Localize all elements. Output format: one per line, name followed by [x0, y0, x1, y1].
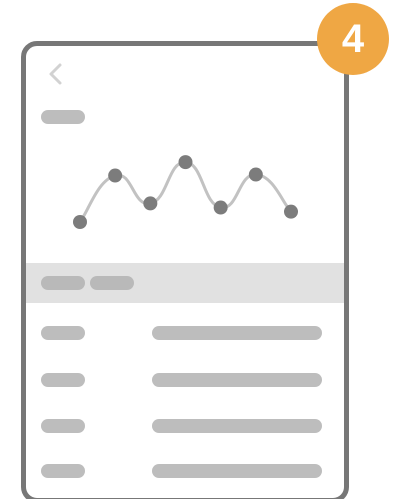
list-item-label-placeholder: [41, 326, 85, 340]
section-tab-placeholder[interactable]: [41, 276, 85, 290]
phone-screen: [21, 41, 349, 499]
chart-data-point: [248, 167, 263, 182]
chart-data-point: [108, 168, 123, 183]
list-item: [26, 373, 344, 387]
page-title-placeholder: [41, 110, 85, 124]
section-header-band: [26, 263, 344, 303]
list-item-value-placeholder: [152, 326, 322, 340]
list-item-value-placeholder: [152, 464, 322, 478]
list-item-label-placeholder: [41, 464, 85, 478]
list-item-label-placeholder: [41, 373, 85, 387]
wireframe-stage: 4: [0, 0, 398, 499]
list-item-value-placeholder: [152, 419, 322, 433]
list-item: [26, 326, 344, 340]
list-item: [26, 464, 344, 478]
step-number: 4: [341, 17, 365, 61]
chart-data-point: [178, 155, 193, 170]
chart-data-point: [284, 204, 298, 219]
chart-data-point: [143, 196, 158, 211]
list-item-label-placeholder: [41, 419, 85, 433]
line-chart: [73, 155, 298, 229]
chevron-left-icon[interactable]: [46, 62, 66, 86]
list-item: [26, 419, 344, 433]
chart-data-point: [73, 215, 87, 229]
section-tab-placeholder[interactable]: [90, 276, 134, 290]
list-item-value-placeholder: [152, 373, 322, 387]
chart-data-point: [213, 200, 228, 215]
step-number-badge: 4: [317, 3, 389, 75]
